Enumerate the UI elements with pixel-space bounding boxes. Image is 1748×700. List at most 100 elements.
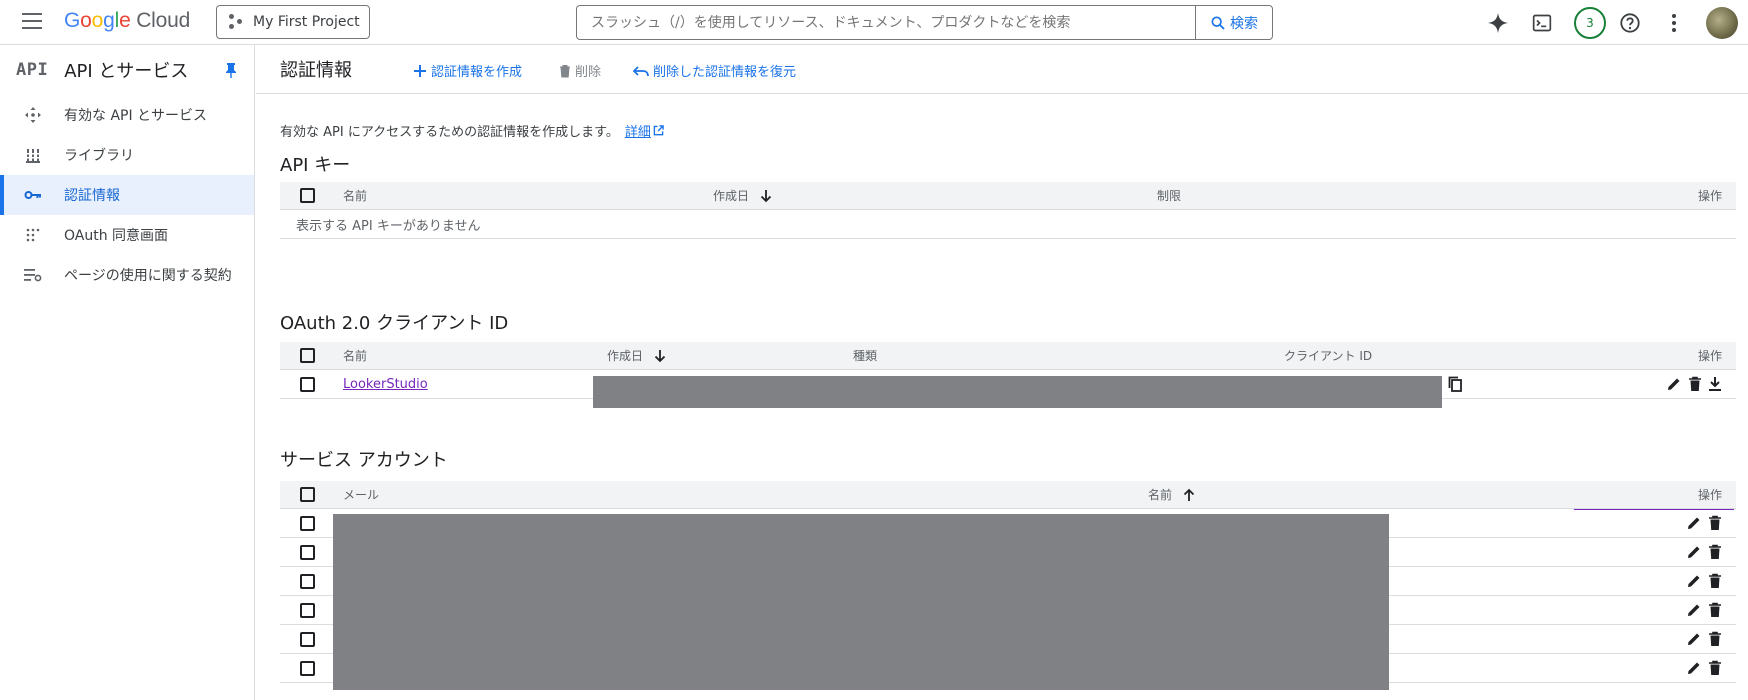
delete-label: 削除	[575, 65, 602, 80]
sort-ascending-icon	[1183, 488, 1195, 501]
redacted-area	[333, 514, 1389, 690]
key-icon	[24, 186, 42, 204]
undo-icon	[633, 65, 649, 76]
row-checkbox[interactable]	[300, 376, 315, 392]
create-credentials-button[interactable]: 認証情報を作成	[413, 61, 522, 80]
column-actions: 操作	[1697, 189, 1722, 203]
delete-icon[interactable]	[1708, 631, 1722, 647]
sidebar-item-label: OAuth 同意画面	[64, 228, 169, 244]
learn-more-link[interactable]: 詳細	[625, 125, 664, 140]
edit-icon[interactable]	[1686, 602, 1702, 618]
edit-icon[interactable]	[1686, 544, 1702, 560]
intro-text: 有効な API にアクセスするための認証情報を作成します。 詳細	[280, 121, 664, 140]
column-name[interactable]: 名前	[343, 182, 367, 209]
cloud-shell-icon[interactable]	[1530, 11, 1554, 35]
pin-icon[interactable]	[224, 62, 238, 82]
delete-icon[interactable]	[1708, 573, 1722, 589]
external-link-icon	[653, 125, 664, 136]
gemini-spark-icon[interactable]	[1486, 11, 1510, 35]
service-accounts-title: サービス アカウント	[280, 450, 448, 471]
delete-icon[interactable]	[1708, 544, 1722, 560]
column-created[interactable]: 作成日	[607, 342, 667, 369]
column-email[interactable]: メール	[343, 481, 379, 508]
sidebar-item-label: ページの使用に関する契約	[64, 268, 232, 284]
delete-button[interactable]: 削除	[559, 61, 601, 80]
column-actions: 操作	[1697, 488, 1722, 502]
edit-icon[interactable]	[1686, 515, 1702, 531]
edit-icon[interactable]	[1666, 376, 1682, 392]
sort-descending-icon	[654, 349, 666, 362]
select-all-checkbox[interactable]	[300, 188, 315, 203]
notification-badge[interactable]: 3	[1574, 6, 1606, 39]
sidebar-item-label: ライブラリ	[64, 148, 134, 164]
api-services-icon	[24, 106, 42, 124]
row-checkbox[interactable]	[300, 515, 315, 531]
column-name[interactable]: 名前	[343, 342, 367, 369]
sidebar-item-library[interactable]: ライブラリ	[0, 135, 254, 175]
sidebar-item-credentials[interactable]: 認証情報	[0, 175, 254, 215]
delete-icon[interactable]	[1708, 602, 1722, 618]
row-checkbox[interactable]	[300, 660, 315, 676]
search-button-label: 検索	[1230, 15, 1258, 32]
delete-icon[interactable]	[1708, 515, 1722, 531]
column-name[interactable]: 名前	[1148, 481, 1196, 508]
edit-icon[interactable]	[1686, 660, 1702, 676]
search-input[interactable]	[577, 6, 1195, 39]
sidebar-item-label: 認証情報	[64, 188, 120, 204]
project-name: My First Project	[253, 14, 360, 30]
download-icon[interactable]	[1708, 376, 1722, 392]
project-icon	[229, 14, 245, 30]
row-checkbox[interactable]	[300, 573, 315, 589]
avatar[interactable]	[1706, 6, 1738, 39]
sort-descending-icon	[760, 189, 772, 202]
sidebar-title: API とサービス	[64, 61, 189, 82]
trash-icon	[560, 64, 570, 77]
more-vert-icon[interactable]	[1662, 11, 1686, 35]
sidebar-item-enabled-apis[interactable]: 有効な API とサービス	[0, 95, 254, 135]
edit-icon[interactable]	[1686, 573, 1702, 589]
top-bar: Google Cloud My First Project 検索 3	[0, 0, 1748, 45]
restore-deleted-credentials-button[interactable]: 削除した認証情報を復元	[633, 61, 796, 80]
column-created[interactable]: 作成日	[713, 182, 773, 209]
column-type: 種類	[853, 349, 878, 363]
plus-icon	[414, 64, 426, 77]
sidebar-header: API API とサービス	[0, 45, 254, 95]
sidebar: API API とサービス 有効な API とサービス ライブラリ 認証情報 O…	[0, 45, 255, 700]
search-bar: 検索	[576, 5, 1273, 40]
google-cloud-logo[interactable]: Google Cloud	[64, 9, 190, 33]
table-header: 名前 作成日 種類 クライアント ID 操作	[280, 342, 1736, 370]
redacted-area	[593, 376, 1442, 408]
table-row: 表示する API キーがありません	[280, 210, 1736, 239]
row-checkbox[interactable]	[300, 602, 315, 618]
api-keys-table: 名前 作成日 制限 操作 表示する API キーがありません	[280, 182, 1736, 239]
column-restrictions: 制限	[1157, 189, 1182, 203]
api-keys-title: API キー	[280, 155, 351, 176]
search-button[interactable]: 検索	[1195, 6, 1272, 39]
main-menu-icon[interactable]	[22, 13, 42, 31]
help-icon[interactable]	[1618, 11, 1642, 35]
column-actions: 操作	[1697, 349, 1722, 363]
page-title: 認証情報	[280, 60, 352, 81]
copy-icon[interactable]	[1448, 370, 1462, 398]
sidebar-item-page-usage[interactable]: ページの使用に関する契約	[0, 255, 254, 295]
sidebar-item-oauth-consent[interactable]: OAuth 同意画面	[0, 215, 254, 255]
select-all-checkbox[interactable]	[300, 348, 315, 363]
create-credentials-label: 認証情報を作成	[431, 65, 523, 80]
delete-icon[interactable]	[1688, 376, 1702, 392]
main-content: 認証情報 認証情報を作成 削除 削除した認証情報を復元 有効な API にアクセ…	[256, 45, 1748, 700]
column-client-id: クライアント ID	[1284, 349, 1373, 363]
edit-icon[interactable]	[1686, 631, 1702, 647]
sidebar-item-label: 有効な API とサービス	[64, 108, 208, 124]
oauth-title: OAuth 2.0 クライアント ID	[280, 313, 509, 334]
row-checkbox[interactable]	[300, 631, 315, 647]
intro-description: 有効な API にアクセスするための認証情報を作成します。	[280, 125, 619, 140]
client-name-link[interactable]: LookerStudio	[343, 377, 428, 392]
row-checkbox[interactable]	[300, 544, 315, 560]
table-header: 名前 作成日 制限 操作	[280, 182, 1736, 210]
oauth-consent-icon	[24, 226, 42, 244]
project-picker-button[interactable]: My First Project	[216, 5, 370, 39]
select-all-checkbox[interactable]	[300, 487, 315, 502]
page-usage-icon	[24, 266, 42, 284]
library-icon	[24, 146, 42, 164]
delete-icon[interactable]	[1708, 660, 1722, 676]
